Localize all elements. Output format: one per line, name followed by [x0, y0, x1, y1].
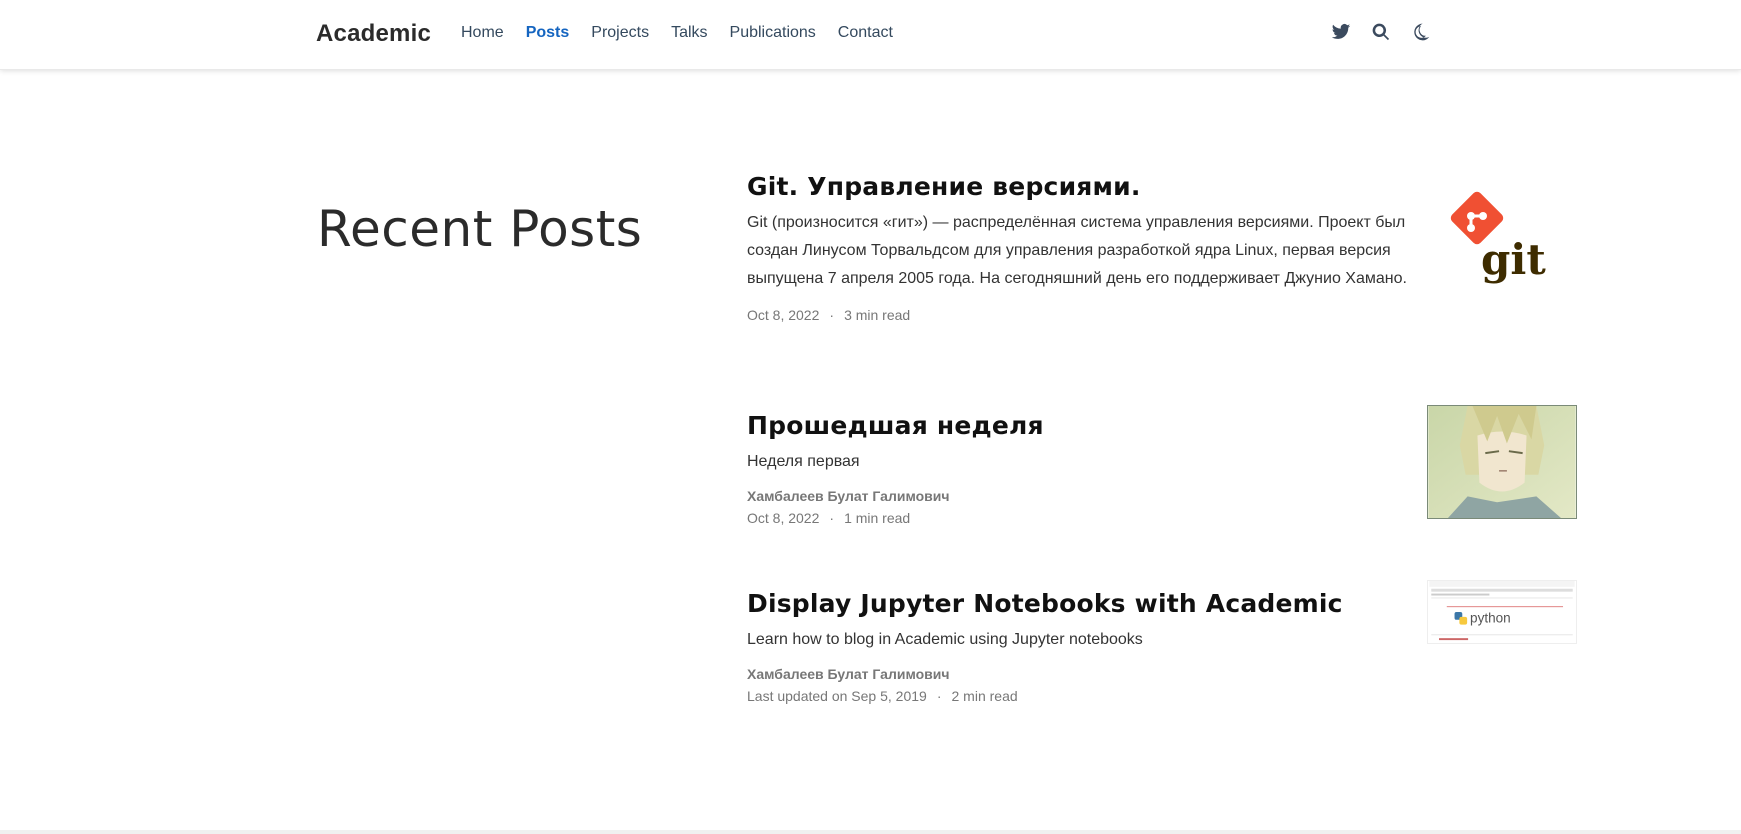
site-brand[interactable]: Academic: [316, 20, 431, 48]
post-item: Прошедшая неделя Неделя первая Хамбалеев…: [747, 411, 1407, 526]
nav-posts[interactable]: Posts: [526, 24, 570, 42]
nav-contact[interactable]: Contact: [838, 24, 893, 42]
post-item: Git. Управление версиями. Git (произноси…: [747, 172, 1407, 323]
post-title[interactable]: Display Jupyter Notebooks with Academic: [747, 589, 1407, 618]
nav-talks[interactable]: Talks: [671, 24, 707, 42]
post-author[interactable]: Хамбалеев Булат Галимович: [747, 488, 1407, 504]
post-summary: Неделя первая: [747, 453, 860, 470]
post-title[interactable]: Прошедшая неделя: [747, 411, 1407, 440]
top-navbar: Academic Home Posts Projects Talks Publi…: [0, 0, 1741, 70]
search-icon[interactable]: [1371, 22, 1391, 42]
nav-icon-group: [1331, 22, 1431, 42]
footer-divider: [0, 830, 1741, 834]
post-summary: Learn how to blog in Academic using Jupy…: [747, 631, 1143, 648]
git-logo-text: git: [1481, 235, 1546, 284]
moon-icon[interactable]: [1411, 22, 1431, 42]
nav-publications[interactable]: Publications: [730, 24, 816, 42]
post-read-time: 1 min read: [844, 510, 911, 526]
main-nav: Home Posts Projects Talks Publications C…: [461, 24, 915, 42]
page-title: Recent Posts: [317, 199, 643, 258]
jupyter-notebook-thumbnail[interactable]: python: [1427, 580, 1577, 644]
post-author[interactable]: Хамбалеев Булат Галимович: [747, 666, 1407, 682]
post-read-time: 2 min read: [951, 688, 1018, 704]
nav-home[interactable]: Home: [461, 24, 504, 42]
post-date: Oct 8, 2022: [747, 510, 820, 526]
post-item: Display Jupyter Notebooks with Academic …: [747, 589, 1407, 704]
python-logo-text: python: [1470, 611, 1511, 626]
post-meta: Oct 8, 2022 · 3 min read: [747, 307, 911, 323]
anime-portrait-thumbnail[interactable]: [1427, 405, 1577, 519]
post-date: Last updated on Sep 5, 2019: [747, 688, 927, 704]
twitter-icon[interactable]: [1331, 22, 1351, 42]
post-read-time: 3 min read: [844, 307, 911, 323]
post-date: Oct 8, 2022: [747, 307, 820, 323]
nav-projects[interactable]: Projects: [591, 24, 649, 42]
git-logo-thumbnail[interactable]: git: [1447, 188, 1555, 288]
post-summary: Git (произносится «гит») — распределённа…: [747, 214, 1407, 287]
post-meta: Oct 8, 2022 · 1 min read: [747, 510, 911, 526]
post-meta: Last updated on Sep 5, 2019 · 2 min read: [747, 688, 1018, 704]
post-title[interactable]: Git. Управление версиями.: [747, 172, 1407, 201]
